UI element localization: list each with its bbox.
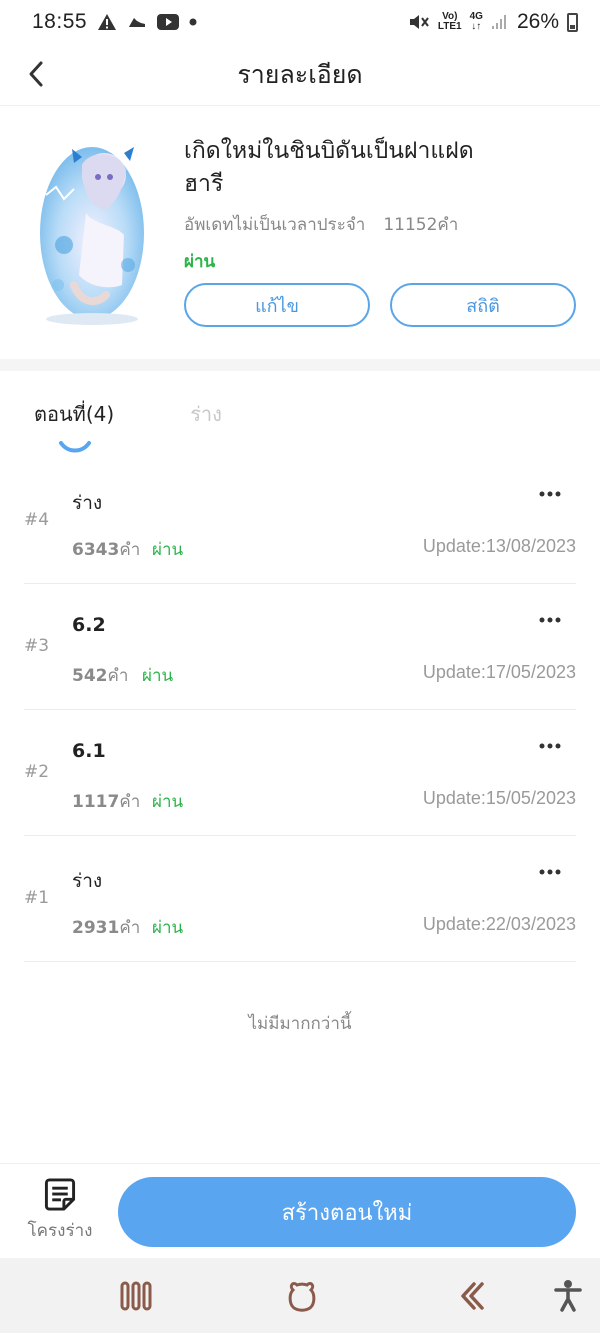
more-horizontal-icon: [539, 617, 561, 623]
book-card: เกิดใหม่ในชินบิดันเป็นฝาแฝด ฮารี อัพเดทไ…: [0, 107, 600, 359]
book-title-line-2: ฮารี: [184, 171, 224, 197]
tab-drafts-label: ร่าง: [190, 402, 222, 426]
bottom-action-bar: โครงร่าง สร้างตอนใหม่: [0, 1163, 600, 1258]
end-of-list-text: ไม่มีมากกว่านี้: [248, 1014, 352, 1034]
chapter-title: ร่าง: [72, 870, 103, 892]
edit-button[interactable]: แก้ไข: [184, 283, 370, 327]
chapter-number: #1: [24, 888, 50, 908]
chapter-status: ผ่าน: [152, 918, 184, 938]
total-word-count: 11152คำ: [383, 215, 459, 235]
chapter-tabs: ตอนที่(4) ร่าง: [34, 398, 222, 453]
back-nav-button[interactable]: [452, 1276, 492, 1316]
active-tab-indicator: [59, 441, 91, 453]
more-horizontal-icon: [539, 869, 561, 875]
chapter-row[interactable]: #1 ร่าง 2931คำ ผ่าน Update:22/03/2023: [24, 836, 576, 962]
volte-indicator: Vo) LTE1: [437, 11, 462, 32]
outline-label: โครงร่าง: [27, 1221, 93, 1241]
chapter-status: ผ่าน: [152, 792, 184, 812]
chapter-list: #4 ร่าง 6343คำ ผ่าน Update:13/08/2023 #3…: [24, 458, 576, 962]
signal-icon: [491, 14, 509, 30]
system-navigation-bar: [0, 1258, 600, 1333]
chapter-row[interactable]: #3 6.2 542คำ ผ่าน Update:17/05/2023: [24, 584, 576, 710]
book-meta: อัพเดทไม่เป็นเวลาประจำ 11152คำ: [184, 211, 576, 238]
back-icon: [461, 1282, 484, 1310]
outline-button[interactable]: โครงร่าง: [22, 1178, 98, 1244]
tab-chapters[interactable]: ตอนที่(4): [34, 398, 115, 453]
more-horizontal-icon: [539, 491, 561, 497]
chapter-update-date: Update:17/05/2023: [422, 662, 576, 682]
document-icon: [44, 1178, 76, 1211]
status-bar: 18:55 Vo) LTE1 4G ↓↑ 26%: [0, 0, 600, 44]
chapter-number: #4: [24, 510, 50, 530]
chapter-title: ร่าง: [72, 492, 103, 514]
book-title: เกิดใหม่ในชินบิดันเป็นฝาแฝด ฮารี: [184, 135, 576, 201]
chapter-title: 6.2: [72, 614, 106, 636]
accessibility-button[interactable]: [548, 1276, 588, 1316]
more-options-button[interactable]: [534, 610, 566, 630]
youtube-icon: [157, 14, 180, 30]
book-cover-image[interactable]: [34, 135, 150, 327]
more-options-button[interactable]: [534, 862, 566, 882]
recent-apps-button[interactable]: [116, 1276, 156, 1316]
home-button[interactable]: [282, 1276, 322, 1316]
chapter-number: #3: [24, 636, 50, 656]
chapter-word-count: 542คำ: [72, 666, 129, 686]
more-options-button[interactable]: [534, 736, 566, 756]
more-horizontal-icon: [539, 743, 561, 749]
mute-icon: [408, 12, 430, 32]
chevron-left-icon: [29, 61, 43, 87]
sneaker-icon: [127, 15, 147, 29]
more-options-button[interactable]: [534, 484, 566, 504]
create-chapter-button[interactable]: สร้างตอนใหม่: [118, 1177, 576, 1247]
tab-chapters-label: ตอนที่(4): [34, 402, 115, 426]
chapter-word-count: 2931คำ: [72, 918, 141, 938]
update-schedule: อัพเดทไม่เป็นเวลาประจำ: [184, 215, 366, 235]
stats-button[interactable]: สถิติ: [390, 283, 576, 327]
chapter-word-count: 1117คำ: [72, 792, 141, 812]
chapter-row[interactable]: #2 6.1 1117คำ ผ่าน Update:15/05/2023: [24, 710, 576, 836]
chapter-row[interactable]: #4 ร่าง 6343คำ ผ่าน Update:13/08/2023: [24, 458, 576, 584]
chapter-update-date: Update:13/08/2023: [422, 536, 576, 556]
chapter-word-count: 6343คำ: [72, 540, 141, 560]
book-status: ผ่าน: [184, 252, 216, 272]
section-divider: [0, 359, 600, 371]
tab-drafts[interactable]: ร่าง: [190, 398, 222, 430]
app-header: รายละเอียด: [0, 44, 600, 106]
status-time: 18:55: [32, 10, 88, 33]
chapter-status: ผ่าน: [142, 666, 174, 686]
network-type-indicator: 4G ↓↑: [469, 11, 483, 32]
accessibility-icon: [554, 1280, 582, 1312]
chapter-update-date: Update:15/05/2023: [422, 788, 576, 808]
book-title-line-1: เกิดใหม่ในชินบิดันเป็นฝาแฝด: [184, 138, 474, 164]
book-actions: แก้ไข สถิติ: [184, 283, 576, 327]
recent-apps-icon: [120, 1281, 152, 1311]
page-title: รายละเอียด: [237, 59, 363, 89]
chapter-status: ผ่าน: [152, 540, 184, 560]
home-icon: [288, 1282, 316, 1312]
notification-dot-icon: [189, 18, 197, 26]
back-button[interactable]: [20, 56, 52, 92]
book-info: เกิดใหม่ในชินบิดันเป็นฝาแฝด ฮารี อัพเดทไ…: [184, 135, 576, 359]
battery-percent: 26%: [516, 10, 559, 33]
chapter-number: #2: [24, 762, 50, 782]
battery-icon: [567, 12, 578, 32]
warning-icon: [97, 13, 117, 31]
chapter-update-date: Update:22/03/2023: [422, 914, 576, 934]
chapter-title: 6.1: [72, 740, 106, 762]
